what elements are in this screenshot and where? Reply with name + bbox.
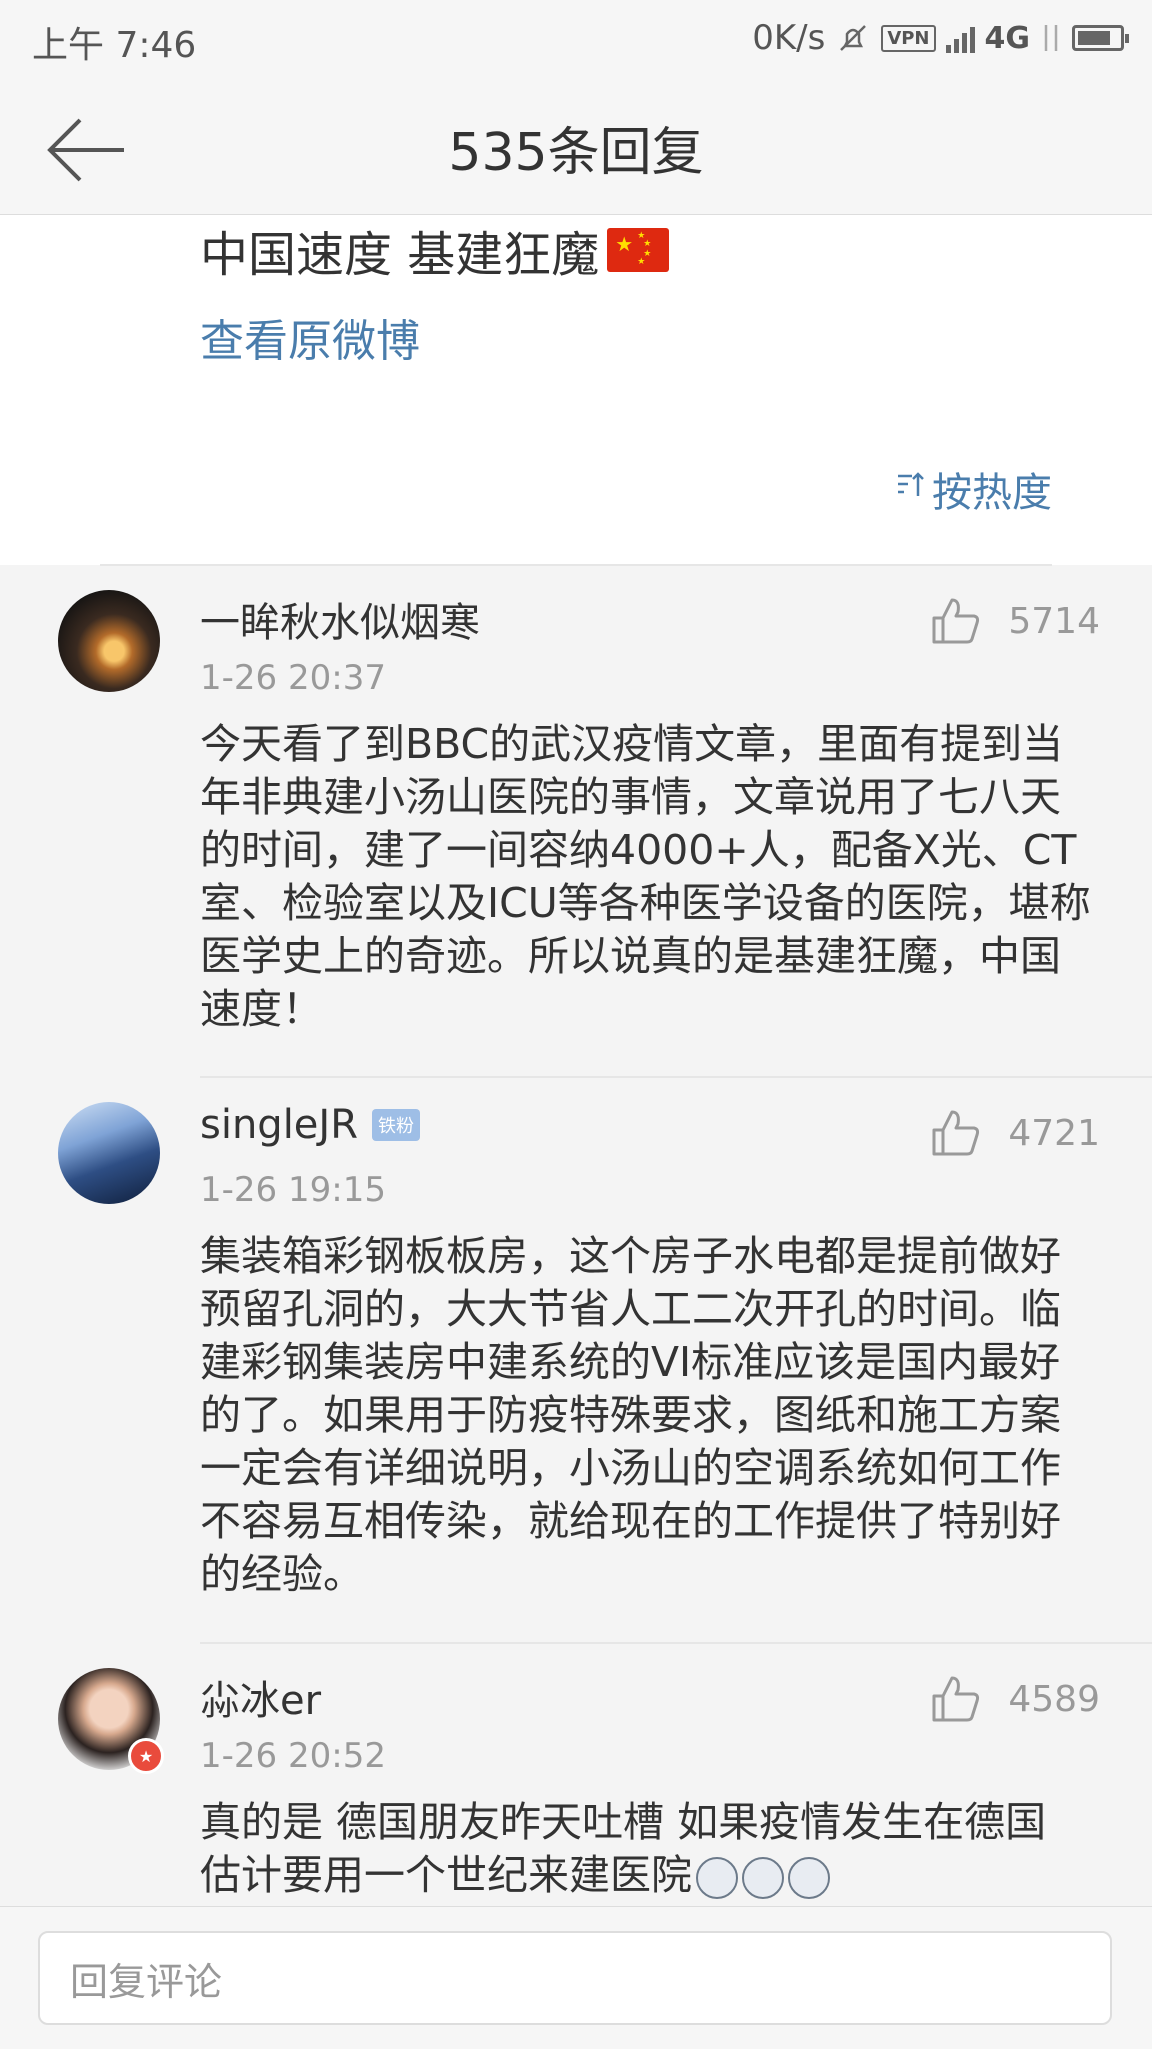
original-post-section: 中国速度 基建狂魔 ★ ★ ★ ★ ★ 查看原微博 按热度 [0,215,1152,565]
comment-username[interactable]: singleJR 铁粉 [200,1102,421,1148]
like-button[interactable]: 5714 [930,596,1100,646]
status-bar: 上午 7:46 0K/s VPN 4G [0,0,1152,80]
vpn-icon: VPN [881,24,936,52]
view-original-link[interactable]: 查看原微博 [200,305,420,369]
avatar[interactable] [58,1102,160,1204]
comment-item: 一眸秋水似烟寒 1-26 20:37 5714 今天看了到BBC的武汉疫情文章，… [0,590,1152,1070]
comment-text: 今天看了到BBC的武汉疫情文章，里面有提到当年非典建小汤山医院的事情，文章说用了… [200,720,1091,1033]
avatar[interactable] [58,590,160,692]
like-count: 4589 [1008,1678,1100,1720]
original-post-text: 中国速度 基建狂魔 ★ ★ ★ ★ ★ [200,215,670,285]
comment-item: ★ 尛冰er 1-26 20:52 4589 真的是 德国朋友昨天吐槽 如果疫情… [0,1668,1152,1906]
like-count: 4721 [1008,1112,1100,1154]
reply-input[interactable]: 回复评论 [38,1931,1112,2025]
battery-icon [1072,25,1129,51]
data-arrows-icon [1040,21,1062,55]
china-flag-icon: ★ ★ ★ ★ ★ [607,228,670,272]
sort-button[interactable]: 按热度 [896,460,1052,518]
thumbs-up-icon [932,1110,980,1156]
status-time: 上午 7:46 [32,25,197,66]
like-count: 5714 [1008,600,1100,642]
comment-text: 真的是 德国朋友昨天吐槽 如果疫情发生在德国 估计要用一个世纪来建医院 [200,1798,1047,1899]
network-speed: 0K/s [752,18,826,58]
comment-time: 1-26 20:52 [200,1736,386,1776]
network-type: 4G [984,20,1031,56]
status-icons: 0K/s VPN 4G [752,14,1129,62]
husky-emoji-icon [788,1857,830,1899]
signal-icon [945,23,975,53]
comment-item: singleJR 铁粉 1-26 19:15 4721 集装箱彩钢板板房，这个房… [0,1102,1152,1642]
reply-bar: 回复评论 [0,1906,1152,2049]
mute-bell-icon [835,20,871,56]
verified-badge-icon: ★ [128,1738,164,1774]
husky-emoji-icon [696,1857,738,1899]
sort-icon [896,469,926,509]
thumbs-up-icon [932,1676,980,1722]
fan-badge: 铁粉 [372,1109,421,1141]
section-divider [100,564,1052,566]
comment-username[interactable]: 一眸秋水似烟寒 [200,590,480,648]
sort-label: 按热度 [932,470,1052,516]
like-button[interactable]: 4721 [930,1108,1100,1158]
comment-divider [200,1642,1152,1644]
comment-divider [200,1076,1152,1078]
comment-time: 1-26 20:37 [200,658,386,698]
page-title: 535条回复 [448,123,704,183]
like-button[interactable]: 4589 [930,1674,1100,1724]
comment-time: 1-26 19:15 [200,1170,386,1210]
thumbs-up-icon [932,598,980,644]
comment-username[interactable]: 尛冰er [200,1668,321,1726]
husky-emoji-icon [742,1857,784,1899]
nav-bar: 535条回复 [0,80,1152,215]
comment-text: 集装箱彩钢板板房，这个房子水电都是提前做好预留孔洞的，大大节省人工二次开孔的时间… [200,1232,1061,1598]
